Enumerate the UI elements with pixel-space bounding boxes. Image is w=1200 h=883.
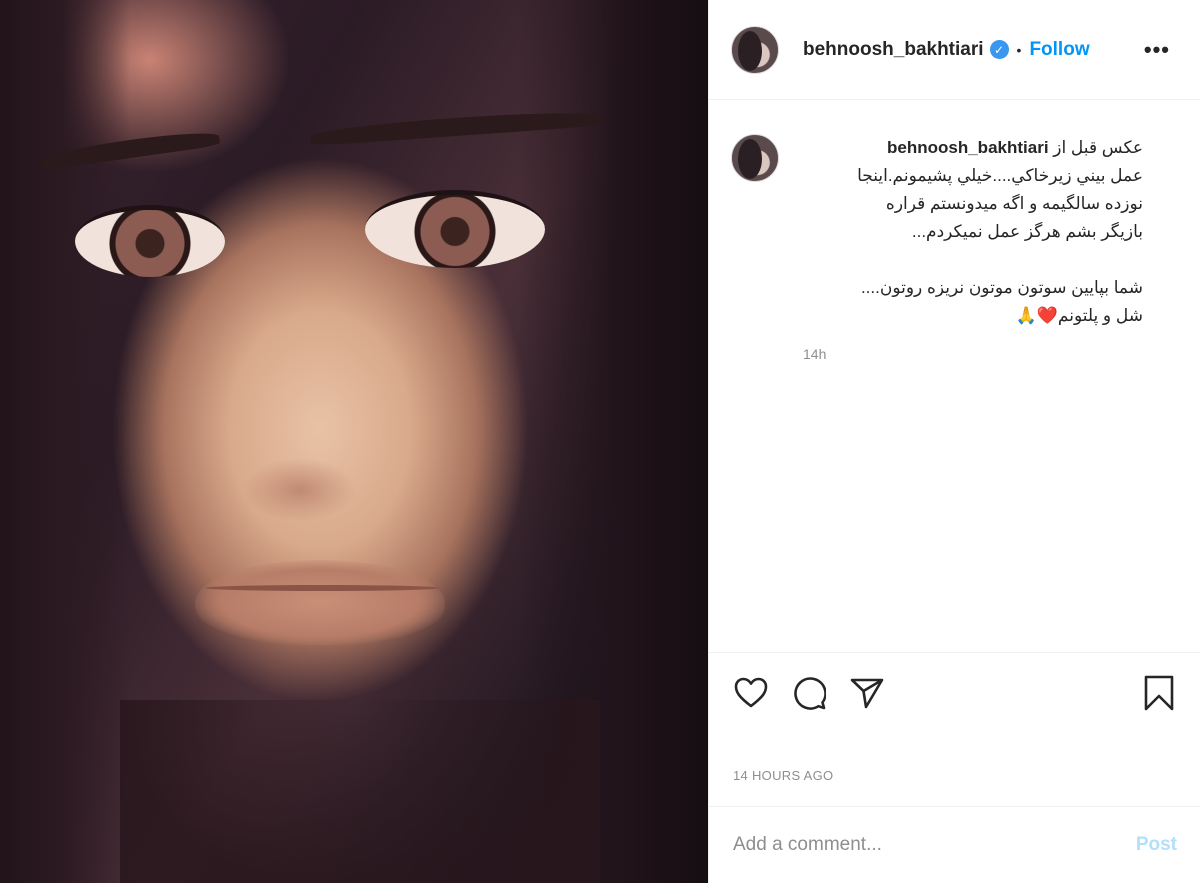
verified-badge-icon: ✓ xyxy=(989,40,1009,59)
post-side-panel: behnoosh_bakhtiari ✓ • Follow ••• عکس قب… xyxy=(708,0,1200,883)
image-eye-right xyxy=(365,190,545,268)
separator-dot: • xyxy=(1016,41,1022,58)
image-nose xyxy=(210,330,380,520)
image-lips-line xyxy=(205,585,440,591)
post-image[interactable] xyxy=(0,0,708,883)
image-eye-left xyxy=(75,205,225,277)
comment-bar: Post xyxy=(709,806,1200,883)
caption-rest: عمل بيني زيرخاكي....خيلي پشيمونم.اينجا ن… xyxy=(857,166,1143,325)
bookmark-icon[interactable] xyxy=(1139,673,1179,713)
post-timestamp[interactable]: 14 HOURS AGO xyxy=(733,768,833,783)
post-header: behnoosh_bakhtiari ✓ • Follow ••• xyxy=(709,0,1200,100)
caption-username[interactable]: behnoosh_bakhtiari xyxy=(887,138,1049,157)
caption-time[interactable]: 14h xyxy=(803,346,1143,362)
caption-block: عکس قبل از behnoosh_bakhtiari عمل بيني ز… xyxy=(709,100,1200,362)
caption-avatar[interactable] xyxy=(731,134,779,182)
paper-plane-icon[interactable] xyxy=(847,673,887,713)
username-link[interactable]: behnoosh_bakhtiari xyxy=(803,39,984,61)
post-comment-button[interactable]: Post xyxy=(1136,834,1177,856)
caption-body: عکس قبل از behnoosh_bakhtiari عمل بيني ز… xyxy=(803,134,1143,362)
avatar[interactable] xyxy=(731,25,779,74)
action-bar xyxy=(709,652,1200,732)
comment-input[interactable] xyxy=(733,834,1136,856)
comment-icon[interactable] xyxy=(789,673,829,713)
image-hair-left xyxy=(0,0,130,883)
heart-icon[interactable] xyxy=(731,673,771,713)
image-lips xyxy=(195,560,445,645)
caption-line1: عکس قبل از xyxy=(1053,138,1143,157)
caption-text: عکس قبل از behnoosh_bakhtiari عمل بيني ز… xyxy=(803,134,1143,330)
image-shadow xyxy=(120,700,600,883)
more-options-icon[interactable]: ••• xyxy=(1144,37,1170,63)
follow-button[interactable]: Follow xyxy=(1029,39,1089,61)
